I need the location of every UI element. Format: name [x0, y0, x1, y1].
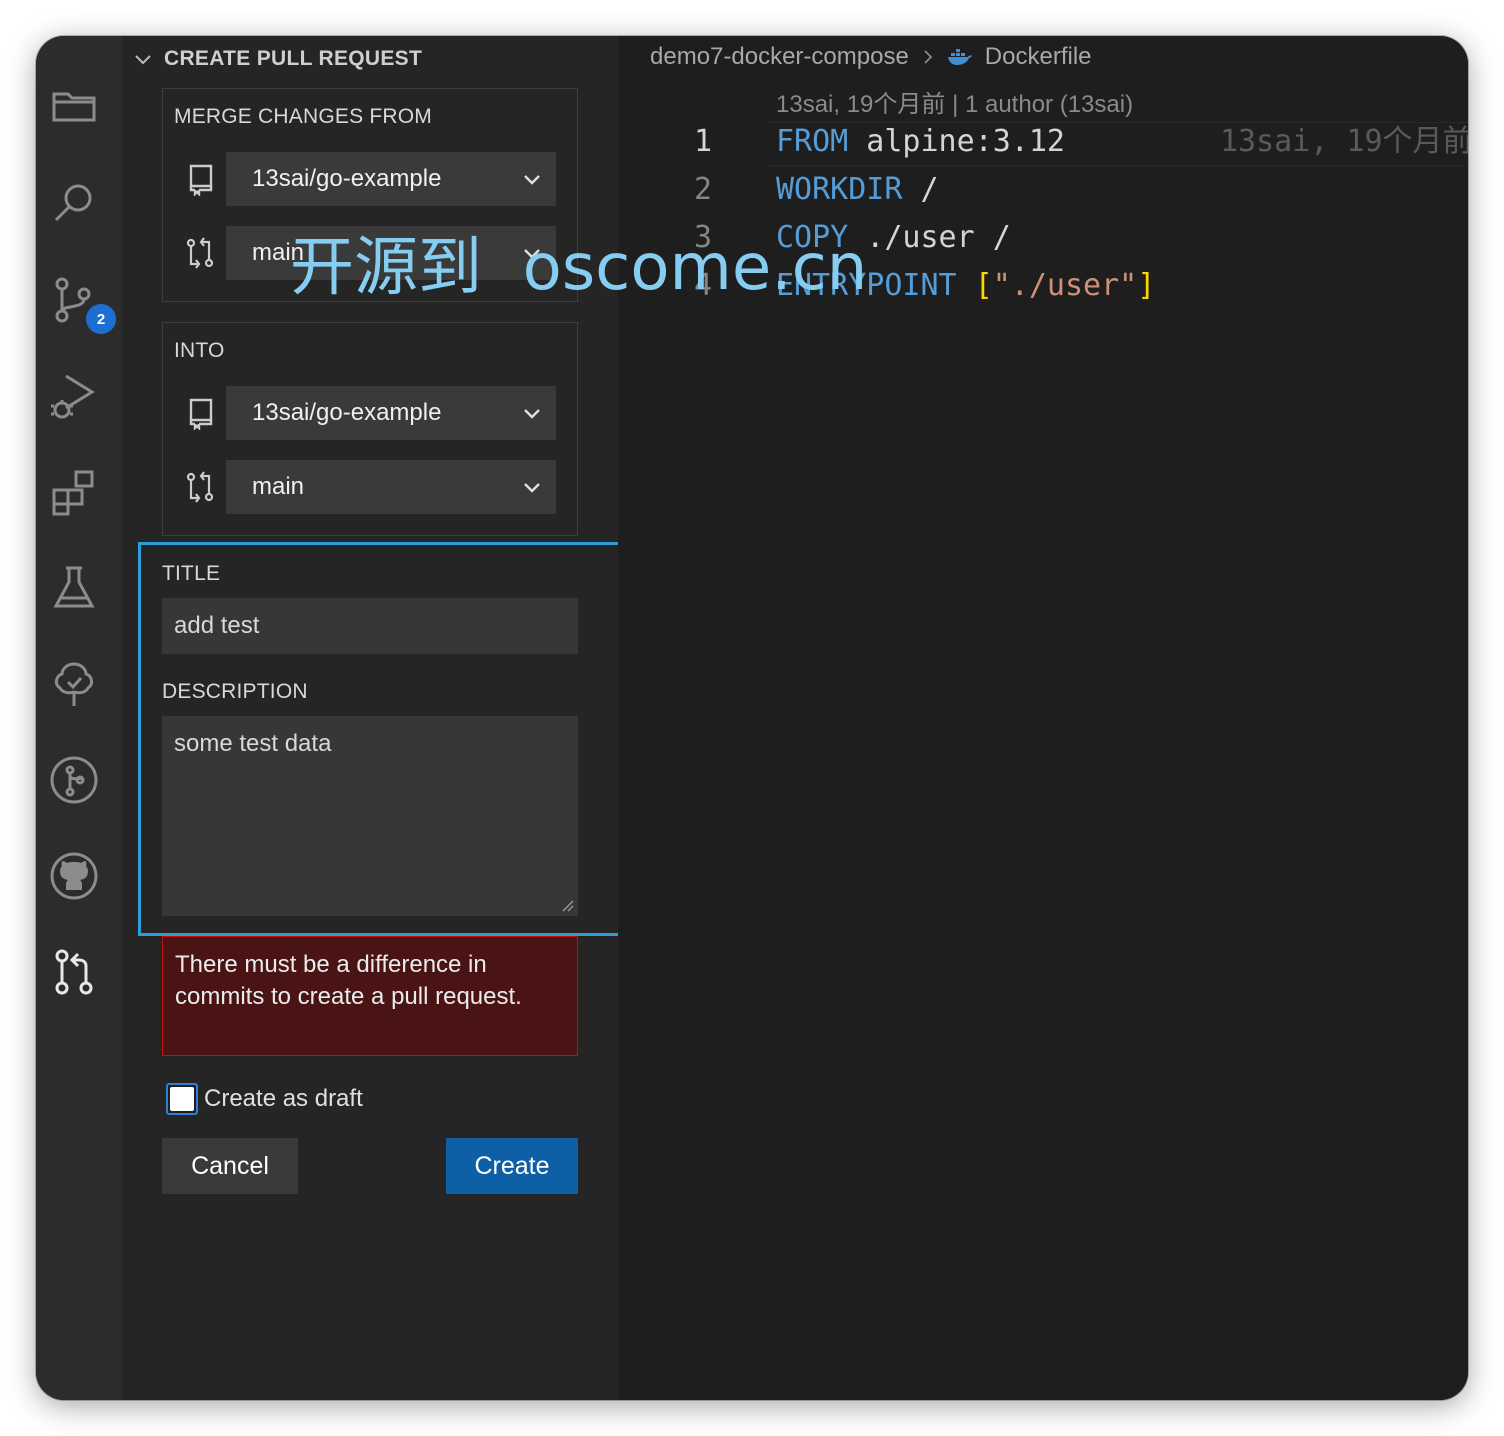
bracket: [ [974, 268, 993, 303]
source-control-badge: 2 [86, 304, 116, 334]
branch-compare-icon [183, 236, 217, 270]
panel-title: CREATE PULL REQUEST [164, 47, 423, 70]
keyword: WORKDIR [776, 172, 903, 207]
explorer-icon[interactable] [48, 80, 100, 132]
blame-header[interactable]: 13sai, 19个月前 | 1 author (13sai) [776, 84, 1133, 119]
chevron-down-icon [524, 175, 540, 185]
tree-check-icon[interactable] [48, 658, 100, 710]
editor-area: demo7-docker-compose Dockerfile 13sai, 1… [618, 36, 1468, 1400]
into-label: INTO [174, 339, 225, 362]
bracket: ] [1137, 268, 1156, 303]
pull-request-icon[interactable] [48, 946, 100, 998]
resize-grip-icon[interactable] [560, 898, 574, 912]
line-number: 4 [693, 268, 713, 303]
into-repo-value: 13sai/go-example [252, 399, 442, 426]
merge-from-branch-value: main [252, 239, 305, 266]
keyword: COPY [776, 220, 849, 255]
git-graph-icon[interactable] [48, 754, 100, 806]
chevron-down-icon [524, 409, 540, 419]
code-line[interactable]: 2 WORKDIR / [618, 168, 1468, 212]
code-line[interactable]: 1 FROM alpine:3.12 13sai, 19个月前 [618, 120, 1468, 164]
cancel-button[interactable]: Cancel [162, 1138, 298, 1194]
draft-checkbox-label: Create as draft [204, 1085, 363, 1112]
description-value: some test data [174, 730, 332, 757]
keyword: FROM [776, 124, 849, 159]
create-button[interactable]: Create [446, 1138, 578, 1194]
breadcrumb-folder[interactable]: demo7-docker-compose [650, 43, 909, 71]
run-debug-icon[interactable] [48, 370, 100, 422]
merge-from-group: MERGE CHANGES FROM 13sai/go-example main [162, 88, 578, 302]
line-code: WORKDIR / [776, 168, 939, 212]
into-branch-select[interactable]: main [226, 460, 556, 514]
description-label: DESCRIPTION [162, 680, 308, 703]
vscode-window: 2 CREATE PULL REQUEST MERGE CHANGES FROM… [36, 36, 1468, 1400]
testing-icon[interactable] [48, 562, 100, 614]
line-code: FROM alpine:3.12 [776, 120, 1065, 164]
error-message: There must be a difference in commits to… [162, 936, 578, 1056]
title-label: TITLE [162, 562, 221, 585]
chevron-down-icon [524, 483, 540, 493]
breadcrumb: demo7-docker-compose Dockerfile [650, 42, 1092, 72]
description-textarea[interactable]: some test data [162, 716, 578, 916]
title-input[interactable]: add test [162, 598, 578, 654]
docker-icon [947, 49, 972, 65]
code-text: / [902, 172, 939, 207]
draft-checkbox-row[interactable]: Create as draft [166, 1082, 363, 1116]
keyword: ENTRYPOINT [776, 268, 957, 303]
into-branch-value: main [252, 473, 305, 500]
line-number: 1 [693, 124, 713, 159]
chevron-down-icon [524, 249, 540, 259]
chevron-right-icon [924, 50, 933, 64]
line-number: 3 [693, 220, 713, 255]
inline-blame: 13sai, 19个月前 [1220, 124, 1468, 159]
repo-icon [183, 396, 217, 431]
code-line[interactable]: 3 COPY ./user / [618, 216, 1468, 260]
merge-from-repo-value: 13sai/go-example [252, 165, 442, 192]
panel-header[interactable]: CREATE PULL REQUEST [132, 44, 422, 74]
draft-checkbox[interactable] [166, 1083, 198, 1115]
repo-icon [183, 162, 217, 197]
chevron-down-icon [135, 55, 151, 65]
string-literal: "./user" [992, 268, 1138, 303]
code-text: alpine:3.12 [848, 124, 1065, 159]
search-icon[interactable] [48, 176, 100, 228]
line-code: COPY ./user / [776, 216, 1011, 260]
into-group: INTO 13sai/go-example main [162, 322, 578, 536]
source-control-icon[interactable]: 2 [48, 274, 116, 334]
breadcrumb-file[interactable]: Dockerfile [985, 43, 1092, 71]
code-text: ./user / [848, 220, 1011, 255]
into-repo-select[interactable]: 13sai/go-example [226, 386, 556, 440]
branch-compare-icon [183, 470, 217, 504]
merge-from-label: MERGE CHANGES FROM [174, 105, 432, 128]
code-line[interactable]: 4 ENTRYPOINT ["./user"] [618, 264, 1468, 308]
github-icon[interactable] [48, 850, 100, 902]
merge-from-repo-select[interactable]: 13sai/go-example [226, 152, 556, 206]
merge-from-branch-select[interactable]: main [226, 226, 556, 280]
line-number: 2 [693, 172, 713, 207]
line-code: ENTRYPOINT ["./user"] [776, 264, 1155, 308]
activity-bar: 2 [36, 36, 122, 1400]
create-pull-request-panel: CREATE PULL REQUEST MERGE CHANGES FROM 1… [122, 36, 632, 1400]
extensions-icon[interactable] [48, 466, 100, 518]
